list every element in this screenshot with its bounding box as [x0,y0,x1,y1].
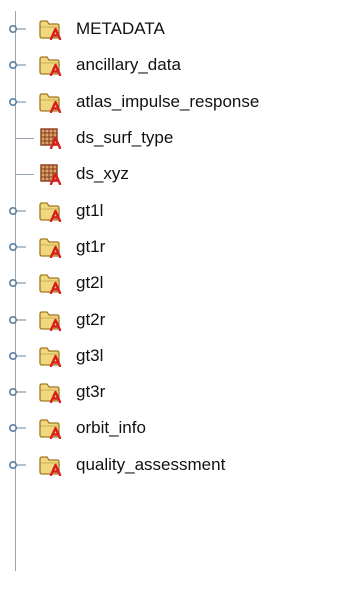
expand-handle-icon[interactable] [8,314,26,326]
tree-node-label[interactable]: ds_surf_type [76,128,173,148]
tree-node-gt1l[interactable]: gt1l [0,192,357,228]
hdf-tree-view: METADATA ancillary_data atlas_impulse_resp… [0,11,357,571]
tree-node-gt3l[interactable]: gt3l [0,338,357,374]
tree-node-gt1r[interactable]: gt1r [0,229,357,265]
dataset-icon [38,127,63,150]
tree-node-label[interactable]: gt2r [76,310,105,330]
tree-node-label[interactable]: gt3r [76,382,105,402]
expand-handle-icon[interactable] [8,277,26,289]
expand-handle-icon[interactable] [8,205,26,217]
tree-node-atlas-impulse-response[interactable]: atlas_impulse_response [0,84,357,120]
folder-icon [38,272,63,295]
folder-icon [38,236,63,258]
expand-handle-icon[interactable] [8,386,26,398]
tree-node-orbit-info[interactable]: orbit_info [0,410,357,446]
tree-branch-line [16,138,34,140]
folder-icon [38,309,63,331]
folder-icon [38,200,63,222]
tree-node-gt2l[interactable]: gt2l [0,265,357,301]
expand-handle-icon[interactable] [8,350,26,362]
tree-node-ds-surf-type[interactable]: ds_surf_type [0,120,357,156]
expand-handle-icon[interactable] [8,459,26,471]
folder-icon [38,381,63,404]
tree-node-label[interactable]: gt2l [76,273,103,293]
expand-handle-icon[interactable] [8,241,26,253]
folder-icon [38,454,63,476]
folder-icon [38,91,63,113]
tree-node-gt2r[interactable]: gt2r [0,301,357,337]
folder-icon [38,417,63,440]
tree-node-quality-assessment[interactable]: quality_assessment [0,447,357,483]
dataset-icon [38,163,63,186]
tree-node-label[interactable]: orbit_info [76,418,146,438]
tree-node-label[interactable]: gt1r [76,237,105,257]
tree-node-label[interactable]: METADATA [76,19,165,39]
tree-node-label[interactable]: quality_assessment [76,455,225,475]
tree-node-label[interactable]: gt3l [76,346,103,366]
tree-node-label[interactable]: ancillary_data [76,55,181,75]
tree-node-label[interactable]: ds_xyz [76,164,129,184]
folder-icon [38,18,63,41]
expand-handle-icon[interactable] [8,96,26,108]
tree-branch-line [16,174,34,176]
expand-handle-icon[interactable] [8,59,26,71]
folder-icon [38,345,63,367]
tree-node-ancillary-data[interactable]: ancillary_data [0,47,357,83]
tree-rows: METADATA ancillary_data atlas_impulse_resp… [0,11,357,483]
tree-node-gt3r[interactable]: gt3r [0,374,357,410]
expand-handle-icon[interactable] [8,23,26,35]
expand-handle-icon[interactable] [8,422,26,434]
folder-icon [38,54,63,77]
tree-node-label[interactable]: atlas_impulse_response [76,92,259,112]
tree-node-ds-xyz[interactable]: ds_xyz [0,156,357,192]
tree-node-label[interactable]: gt1l [76,201,103,221]
tree-node-metadata[interactable]: METADATA [0,11,357,47]
